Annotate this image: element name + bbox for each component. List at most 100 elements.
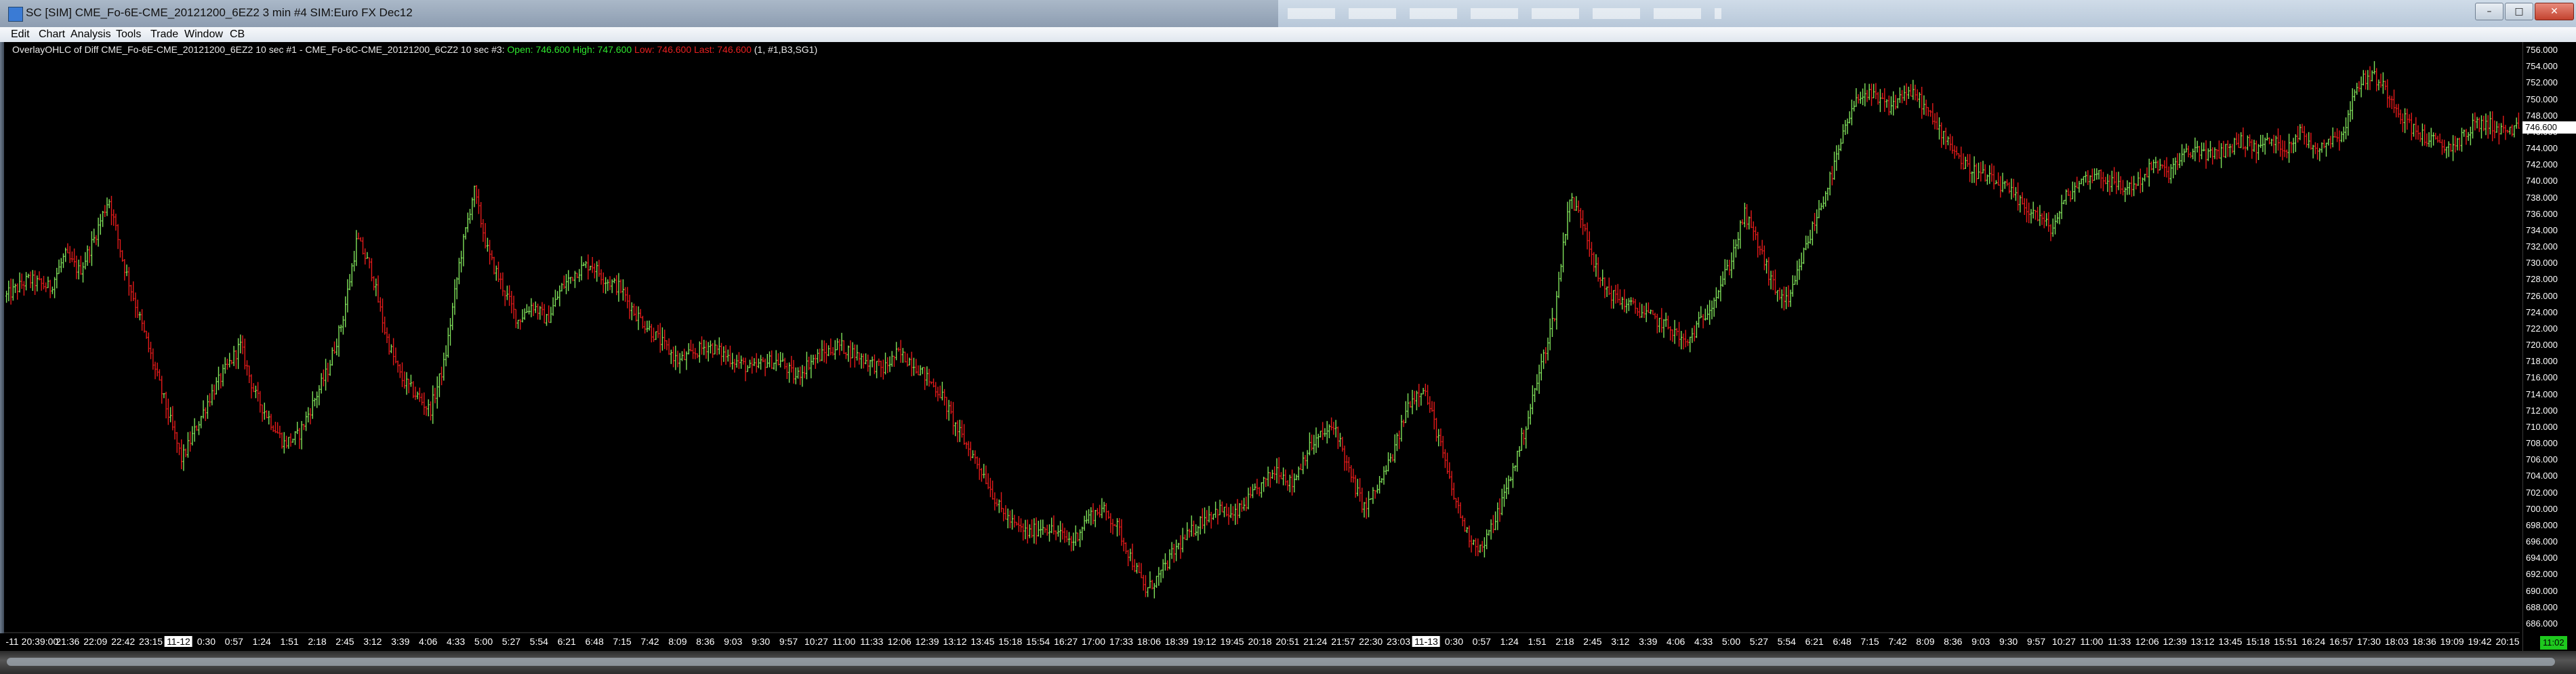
ohlc-bar [281, 432, 283, 449]
ohlc-bar [1938, 117, 1940, 140]
ohlc-bar [1862, 88, 1864, 106]
ohlc-bar [1118, 518, 1121, 536]
ohlc-bar [1723, 259, 1726, 285]
ohlc-bar [416, 391, 419, 399]
ohlc-bar [2065, 189, 2067, 205]
ohlc-bar [2424, 124, 2426, 146]
close-button[interactable]: ✕ [2535, 3, 2574, 20]
ohlc-bar [1662, 319, 1665, 338]
ohlc-bar [2106, 174, 2109, 193]
x-tick-label: 9:03 [724, 636, 743, 647]
ohlc-bar [1052, 515, 1055, 535]
menu-edit[interactable]: Edit [8, 28, 33, 41]
ohlc-bar [62, 253, 64, 269]
ohlc-bar [812, 355, 815, 365]
ohlc-bar [2093, 168, 2095, 181]
ohlc-bar [1507, 475, 1510, 495]
ohlc-bar [554, 290, 556, 307]
x-tick-label: 3:39 [1639, 636, 1658, 647]
ohlc-bar [1759, 245, 1761, 256]
ohlc-bar [31, 270, 34, 291]
ohlc-bar [307, 407, 310, 422]
ohlc-bar [1778, 288, 1781, 300]
ohlc-bar [230, 359, 233, 365]
ohlc-bar [1669, 326, 1672, 341]
ohlc-bar [508, 285, 510, 306]
ohlc-bar [2268, 137, 2270, 144]
ohlc-bar [1297, 467, 1300, 481]
time-scale[interactable]: -11 20:39:00 21:36 22:09 22:42 23:15 11-12 0:30… [0, 633, 2522, 651]
ohlc-bar [1969, 154, 1971, 182]
ohlc-bar [696, 353, 699, 359]
ohlc-bar [1958, 153, 1960, 159]
ohlc-bar [189, 431, 191, 452]
ohlc-bar [178, 442, 180, 456]
ohlc-bar [1099, 504, 1101, 518]
ohlc-bar [2144, 174, 2146, 182]
ohlc-bar [2388, 95, 2391, 108]
ohlc-bar [329, 359, 331, 376]
ohlc-bar [2502, 115, 2505, 134]
ohlc-bar [1746, 204, 1748, 230]
menu-window[interactable]: Window [182, 28, 226, 41]
menu-analysis[interactable]: Analysis [68, 28, 114, 41]
ohlc-bar [644, 321, 646, 334]
ohlc-bar [642, 315, 644, 329]
ohlc-bar [1044, 527, 1046, 533]
ohlc-bar [1774, 269, 1776, 295]
ohlc-bar [1885, 99, 1888, 108]
ohlc-bar [598, 260, 600, 277]
menu-tools[interactable]: Tools [113, 28, 144, 41]
ohlc-bar [1910, 84, 1912, 97]
ohlc-bar [106, 197, 108, 216]
chart-scrollbar[interactable] [7, 658, 2555, 666]
menu-trade[interactable]: Trade [148, 28, 181, 41]
ohlc-bar [1439, 428, 1442, 446]
ohlc-bar [2071, 181, 2074, 199]
ohlc-bar [1435, 418, 1437, 442]
ohlc-bar [1780, 289, 1783, 309]
ohlc-bar [2242, 127, 2245, 150]
ohlc-bar [2185, 143, 2188, 153]
ohlc-bar [1648, 302, 1650, 313]
ohlc-bar [366, 252, 369, 259]
y-tick-label: 698.000 [2526, 519, 2558, 530]
ohlc-bar [2515, 117, 2518, 129]
ohlc-bar [1951, 136, 1954, 154]
ohlc-bar [502, 272, 504, 296]
ohlc-bar [2113, 167, 2115, 185]
price-chart[interactable] [0, 42, 2522, 633]
ohlc-bar [68, 245, 71, 263]
ohlc-bar [928, 368, 931, 387]
ohlc-bar [200, 416, 203, 429]
ohlc-bar [1437, 429, 1440, 447]
minimize-button[interactable]: – [2475, 3, 2503, 20]
ohlc-bar [2224, 144, 2227, 159]
menu-cb[interactable]: CB [227, 28, 247, 41]
ohlc-bar [2345, 117, 2347, 140]
ohlc-bar [1851, 99, 1853, 125]
ohlc-bar [2026, 198, 2028, 222]
ohlc-bar [91, 231, 93, 266]
ohlc-bar [1509, 477, 1512, 481]
price-scale[interactable]: 756.000754.000752.000750.000748.000746.0… [2522, 42, 2576, 665]
ohlc-bar [2003, 180, 2006, 189]
ohlc-bar [136, 299, 139, 318]
menu-chart[interactable]: Chart [36, 28, 68, 41]
ohlc-bar [425, 405, 428, 416]
ohlc-bar [1186, 522, 1189, 540]
ohlc-bar [52, 286, 54, 294]
ohlc-bar [204, 407, 207, 421]
ohlc-bar [2253, 140, 2255, 152]
ohlc-bar [49, 279, 52, 298]
ohlc-bar [1923, 95, 1925, 115]
maximize-button[interactable]: □ [2505, 3, 2533, 20]
ohlc-bar [2327, 138, 2330, 146]
ohlc-bar [1271, 469, 1273, 479]
ohlc-bar [1964, 157, 1967, 170]
ohlc-bar [746, 365, 749, 372]
ohlc-bar [1844, 119, 1847, 135]
ohlc-bar [1125, 542, 1127, 554]
ohlc-bar [82, 262, 84, 283]
chart-region[interactable] [0, 42, 2576, 665]
